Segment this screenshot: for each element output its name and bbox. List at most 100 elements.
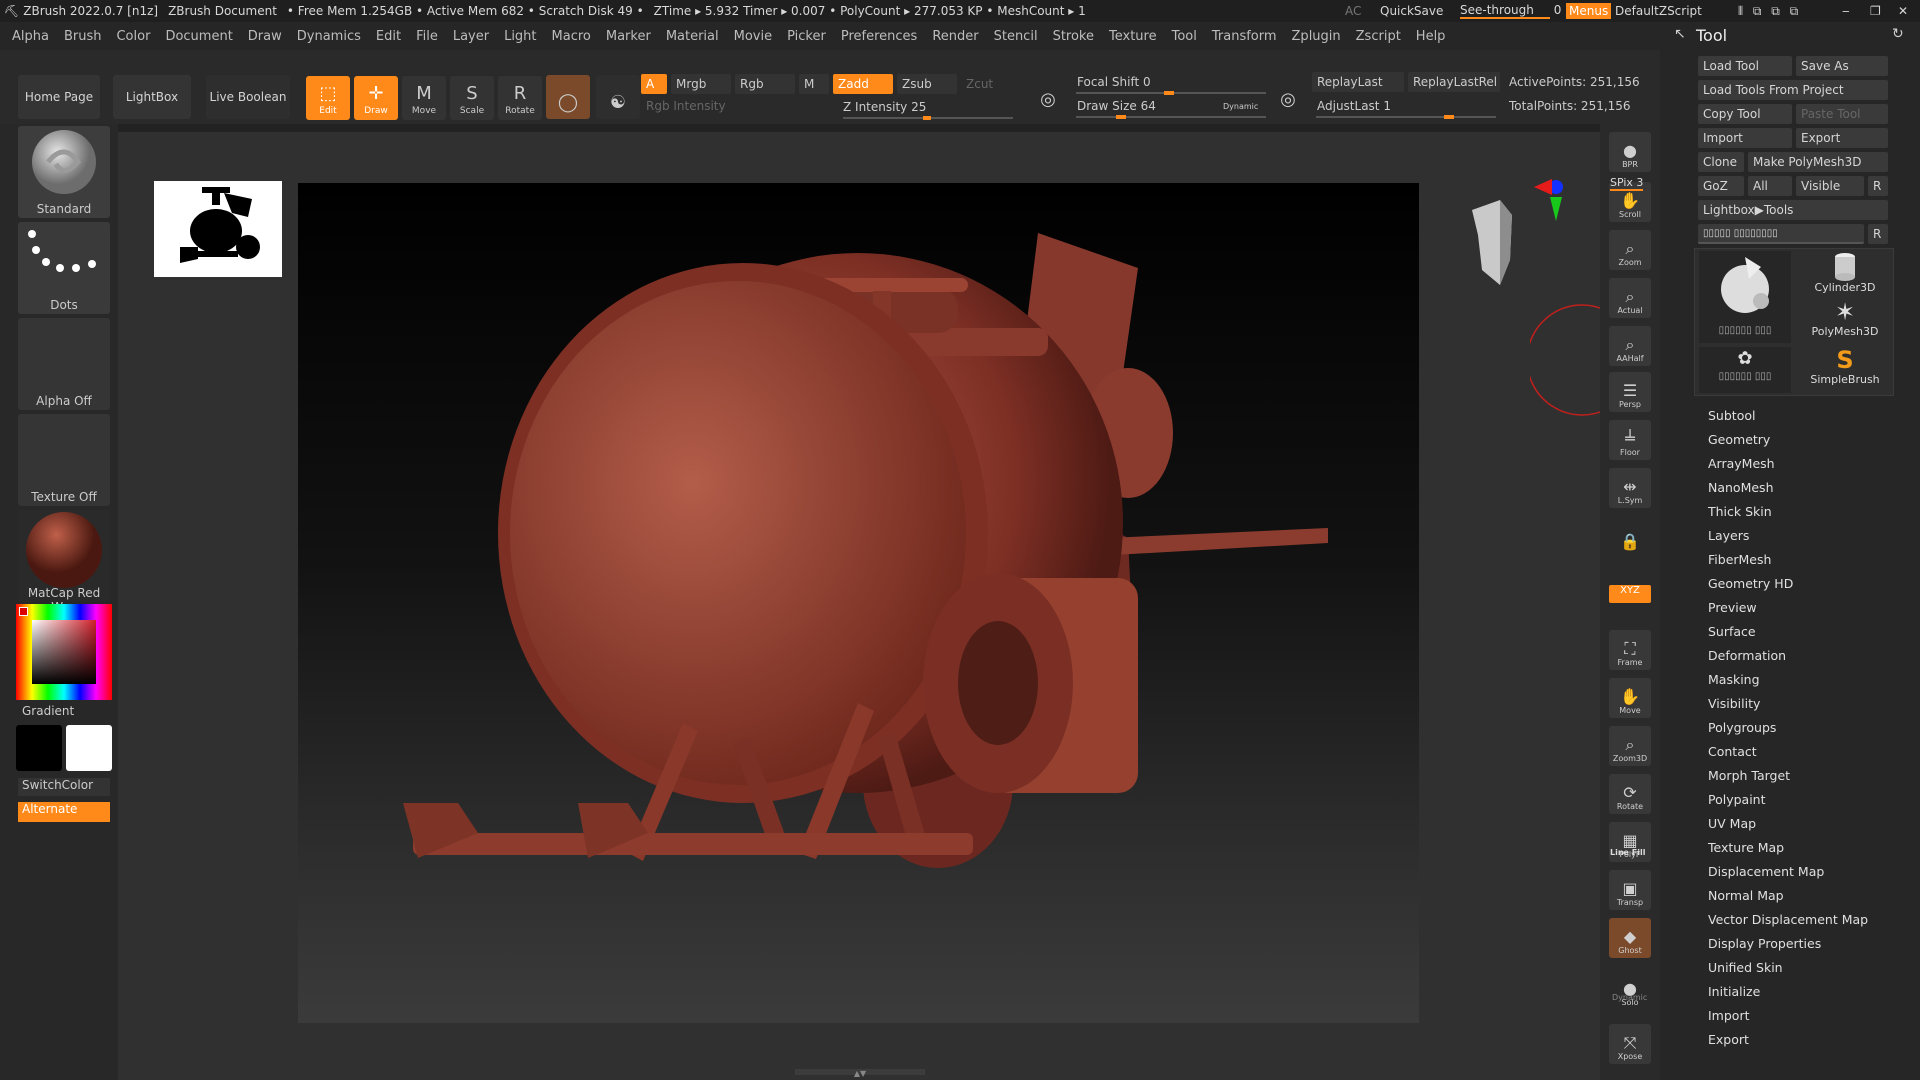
tool-menu-display-properties[interactable]: Display Properties: [1708, 936, 1821, 951]
transp-shelf-button[interactable]: ▣ Transp: [1609, 870, 1651, 910]
tool-menu-geometry[interactable]: Geometry: [1708, 432, 1770, 447]
menu-document[interactable]: Document: [165, 29, 232, 44]
menu-picker[interactable]: Picker: [787, 29, 826, 44]
close-icon[interactable]: ✕: [1898, 4, 1908, 18]
menus-button[interactable]: Menus: [1566, 3, 1612, 19]
replaylast-button[interactable]: ReplayLast: [1312, 72, 1404, 92]
tool-menu-nanomesh[interactable]: NanoMesh: [1708, 480, 1774, 495]
xyz-symmetry-button[interactable]: XYZ: [1609, 585, 1651, 603]
xpose-shelf-button[interactable]: ⤧ Xpose: [1609, 1024, 1651, 1064]
tool-slider[interactable]: ▯▯▯▯▯ ▯▯▯▯▯▯▯▯: [1698, 224, 1864, 244]
home-page-button[interactable]: Home Page: [18, 75, 100, 119]
color-picker[interactable]: [16, 604, 112, 700]
tool-menu-texture-map[interactable]: Texture Map: [1708, 840, 1784, 855]
r-button-2[interactable]: R: [1868, 224, 1888, 244]
clone-button[interactable]: Clone: [1698, 152, 1744, 172]
z-intensity-slider[interactable]: Z Intensity 25: [838, 97, 1016, 117]
tool-menu-contact[interactable]: Contact: [1708, 744, 1757, 759]
lock-shelf-button[interactable]: 🔒: [1609, 514, 1651, 554]
zscript-label[interactable]: DefaultZScript: [1615, 4, 1702, 18]
current-tool-thumb[interactable]: ▯▯▯▯▯▯ ▯▯▯: [1699, 251, 1791, 343]
tool-menu-import[interactable]: Import: [1708, 1008, 1750, 1023]
navigator-thumbnail[interactable]: [154, 181, 282, 277]
menu-edit[interactable]: Edit: [376, 29, 401, 44]
rotate-shelf-button[interactable]: ⟳ Rotate: [1609, 774, 1651, 814]
lsym-shelf-button[interactable]: ⇹ L.Sym: [1609, 468, 1651, 508]
menu-color[interactable]: Color: [116, 29, 150, 44]
a-toggle[interactable]: A: [641, 74, 667, 94]
tool-menu-fibermesh[interactable]: FiberMesh: [1708, 552, 1771, 567]
live-boolean-button[interactable]: Live Boolean: [206, 75, 290, 119]
menu-movie[interactable]: Movie: [734, 29, 772, 44]
color-square[interactable]: [32, 620, 96, 684]
lightbox-tools-button[interactable]: Lightbox▶Tools: [1698, 200, 1888, 220]
move-shelf-button[interactable]: ✋ Move: [1609, 678, 1651, 718]
small-tool-thumb[interactable]: ✿ ▯▯▯▯▯▯ ▯▯▯: [1699, 347, 1791, 393]
tool-menu-masking[interactable]: Masking: [1708, 672, 1760, 687]
tool-menu-export[interactable]: Export: [1708, 1032, 1749, 1047]
mrgb-toggle[interactable]: Mrgb: [671, 74, 731, 94]
menu-draw[interactable]: Draw: [248, 29, 282, 44]
draw-tool-button[interactable]: ✛ Draw: [354, 76, 398, 120]
tool-menu-layers[interactable]: Layers: [1708, 528, 1749, 543]
adjustlast-slider[interactable]: AdjustLast 1: [1312, 96, 1500, 116]
cylinder3d-thumb[interactable]: Cylinder3D: [1799, 251, 1891, 295]
tool-menu-uv-map[interactable]: UV Map: [1708, 816, 1756, 831]
zcut-toggle[interactable]: Zcut: [961, 74, 1011, 94]
tool-menu-deformation[interactable]: Deformation: [1708, 648, 1786, 663]
menu-help[interactable]: Help: [1416, 29, 1446, 44]
zoom3d-shelf-button[interactable]: ⌕ Zoom3D: [1609, 726, 1651, 766]
alternate-button[interactable]: Alternate: [18, 802, 110, 822]
solo-shelf-button[interactable]: ● Solo: [1609, 970, 1651, 1010]
focal-d-button[interactable]: ◎: [1270, 80, 1306, 116]
load-tool-button[interactable]: Load Tool: [1698, 56, 1792, 76]
import-button[interactable]: Import: [1698, 128, 1792, 148]
tool-menu-geometry-hd[interactable]: Geometry HD: [1708, 576, 1793, 591]
tool-menu-polygroups[interactable]: Polygroups: [1708, 720, 1776, 735]
bottom-scroll-handle[interactable]: ▲▼: [795, 1069, 925, 1078]
pin-icon[interactable]: ↖: [1674, 26, 1686, 42]
tool-menu-polypaint[interactable]: Polypaint: [1708, 792, 1766, 807]
zadd-toggle[interactable]: Zadd: [833, 74, 893, 94]
layout-icons[interactable]: ⫴ ⧉ ⧉ ⧉: [1738, 4, 1801, 19]
menu-file[interactable]: File: [416, 29, 438, 44]
menu-transform[interactable]: Transform: [1212, 29, 1277, 44]
r-button[interactable]: R: [1868, 176, 1888, 196]
goz-button[interactable]: GoZ: [1698, 176, 1744, 196]
menu-zscript[interactable]: Zscript: [1356, 29, 1401, 44]
tool-menu-visibility[interactable]: Visibility: [1708, 696, 1760, 711]
menu-stencil[interactable]: Stencil: [994, 29, 1038, 44]
floor-shelf-button[interactable]: ╧ Floor: [1609, 420, 1651, 460]
edit-tool-button[interactable]: ⬚ Edit: [306, 76, 350, 120]
bpr-shelf-button[interactable]: ● BPR: [1609, 132, 1651, 172]
menu-layer[interactable]: Layer: [453, 29, 489, 44]
polymesh3d-thumb[interactable]: ✶ PolyMesh3D: [1799, 299, 1891, 343]
secondary-color-swatch[interactable]: [66, 725, 112, 771]
brush-alpha-button[interactable]: ☯: [596, 75, 640, 119]
scale-tool-button[interactable]: S Scale: [450, 76, 494, 120]
load-from-project-button[interactable]: Load Tools From Project: [1698, 80, 1888, 100]
all-button[interactable]: All: [1748, 176, 1792, 196]
export-button[interactable]: Export: [1796, 128, 1888, 148]
ghost-shelf-button[interactable]: ◆ Ghost: [1609, 918, 1651, 958]
m-toggle[interactable]: M: [799, 74, 829, 94]
menu-zplugin[interactable]: Zplugin: [1292, 29, 1341, 44]
menu-marker[interactable]: Marker: [606, 29, 651, 44]
simplebrush-thumb[interactable]: S SimpleBrush: [1799, 347, 1891, 393]
copy-tool-button[interactable]: Copy Tool: [1698, 104, 1792, 124]
tool-menu-initialize[interactable]: Initialize: [1708, 984, 1760, 999]
restore-icon[interactable]: ❐: [1870, 4, 1881, 18]
tool-menu-vector-displacement-map[interactable]: Vector Displacement Map: [1708, 912, 1868, 927]
tool-menu-morph-target[interactable]: Morph Target: [1708, 768, 1790, 783]
tool-menu-unified-skin[interactable]: Unified Skin: [1708, 960, 1783, 975]
switchcolor-button[interactable]: SwitchColor: [18, 778, 110, 796]
rgb-intensity-slider[interactable]: Rgb Intensity: [641, 96, 831, 116]
menu-dynamics[interactable]: Dynamics: [297, 29, 361, 44]
orientation-gizmo[interactable]: [1460, 175, 1570, 305]
menu-material[interactable]: Material: [666, 29, 719, 44]
dynamic-toggle[interactable]: Dynamic: [1218, 96, 1274, 116]
draw-size-slider[interactable]: Draw Size 64: [1072, 96, 1192, 116]
gradient-label[interactable]: Gradient: [18, 704, 110, 718]
submarine-model[interactable]: [298, 183, 1419, 1023]
ac-label[interactable]: AC: [1345, 4, 1361, 18]
